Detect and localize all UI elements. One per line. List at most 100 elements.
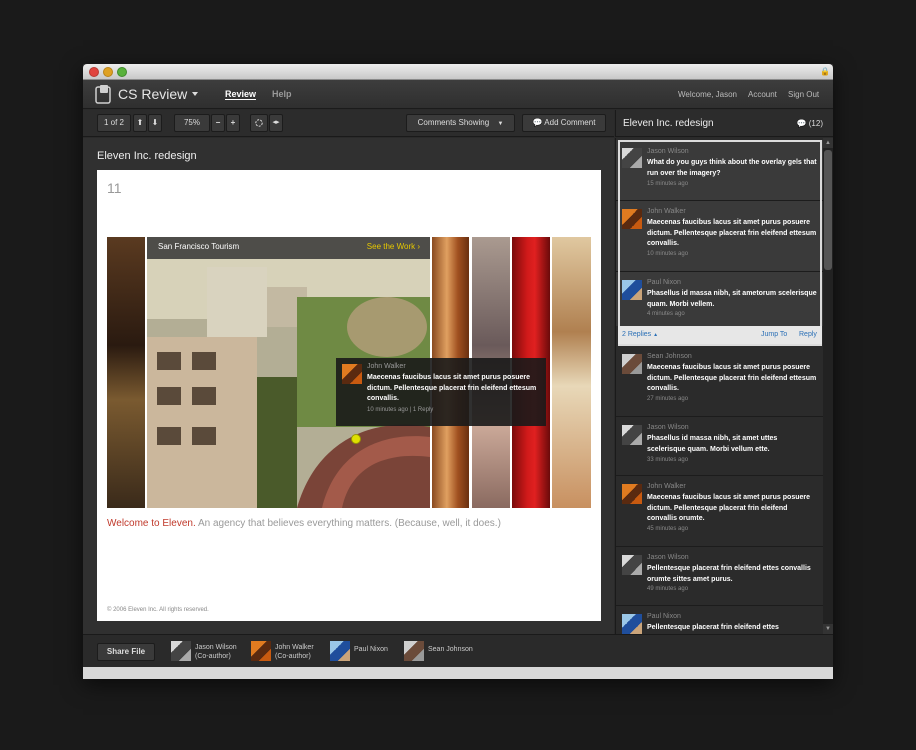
comment-item[interactable]: Paul Nixon Pellentesque placerat frin el… [616,606,824,634]
comments-scrollbar[interactable]: ▲ ▼ [823,138,833,634]
see-the-work-link[interactable]: See the Work › [367,242,420,251]
document-page[interactable]: 11 San Francisco Tourism See the Work › … [97,170,601,621]
hero-caption-bar: San Francisco Tourism See the Work › [147,237,430,259]
toolbar: 1 of 2 ⬆ ⬇ 75% − + ◂▸ Comments Showing ▼… [83,110,614,137]
scroll-up-icon[interactable]: ▲ [823,138,833,148]
hero-label: San Francisco Tourism [158,242,240,251]
comment-author: Jason Wilson [647,554,689,561]
welcome-tagline: An agency that believes everything matte… [195,518,501,529]
comment-text: Maecenas faucibus lacus sit amet purus p… [647,364,817,392]
zoom-window-button[interactable] [117,67,127,77]
page-indicator: 1 of 2 [97,114,131,132]
collaborator[interactable]: John Walker (Co-author) [251,641,326,663]
pan-toggle-button[interactable]: ◂▸ [269,114,283,132]
nav-review[interactable]: Review [225,89,257,100]
comment-item[interactable]: Sean Johnson Maecenas faucibus lacus sit… [616,348,824,416]
prev-page-button[interactable]: ⬆ [133,114,147,132]
avatar [404,641,424,661]
photo-strip-bridge [107,237,145,508]
welcome-highlight: Welcome to Eleven. [107,518,196,529]
plus-icon: + [230,118,236,127]
window-titlebar: 🔒 [83,64,833,80]
comments-panel-header: Eleven Inc. redesign 💬 (12) [615,110,833,137]
scroll-down-icon[interactable]: ▼ [823,624,833,634]
account-link[interactable]: Account [748,90,777,99]
avatar [622,354,642,374]
app-menu-caret-icon[interactable] [192,92,198,96]
collaborator[interactable]: Paul Nixon [330,641,400,663]
minimize-window-button[interactable] [103,67,113,77]
arrow-up-icon: ⬆ [136,118,144,127]
arrow-down-icon: ⬇ [151,118,159,127]
avatar [171,641,191,661]
comment-time: 45 minutes ago [647,526,689,532]
collaborator-role: (Co-author) [195,653,231,660]
comment-author: John Walker [647,483,686,490]
comment-time: 33 minutes ago [647,457,689,463]
chevron-up-icon: ▲ [653,332,659,338]
avatar [342,364,362,384]
avatar [622,484,642,504]
comments-showing-dropdown[interactable]: Comments Showing ▼ [406,114,515,132]
comment-time: 49 minutes ago [647,586,689,592]
collaborator[interactable]: Jason Wilson (Co-author) [171,641,246,663]
zoom-in-button[interactable]: + [226,114,240,132]
document-title: Eleven Inc. redesign [97,150,197,162]
panel-title: Eleven Inc. redesign [623,118,714,129]
avatar [251,641,271,661]
comment-author: John Walker [367,363,406,370]
window-status-bar [83,667,833,679]
close-window-button[interactable] [89,67,99,77]
zoom-level: 75% [174,114,210,132]
reply-link[interactable]: Reply [799,331,817,338]
add-comment-button[interactable]: 💬 Add Comment [522,114,606,132]
chevron-down-icon: ▼ [497,121,504,127]
jump-to-link[interactable]: Jump To [761,331,787,338]
avatar [622,425,642,445]
collaborator-role: (Co-author) [275,653,311,660]
speech-bubble-icon: 💬 [796,119,807,128]
collaborator-name-text: Jason Wilson [195,644,237,651]
scroll-thumb[interactable] [824,150,832,270]
comments-panel: Jason Wilson What do you guys think abou… [615,138,833,634]
collaborator[interactable]: Sean Johnson [404,641,484,663]
avatar [622,555,642,575]
comment-author: Jason Wilson [647,424,689,431]
welcome-text: Welcome, Jason [678,90,737,99]
fit-view-button[interactable] [250,114,268,132]
minus-icon: − [215,118,221,127]
crosshair-icon [255,119,263,127]
replies-toggle[interactable]: 2 Replies ▲ [622,331,658,338]
comment-time: 27 minutes ago [647,396,689,402]
comment-text: Maecenas faucibus lacus sit amet purus p… [647,494,811,522]
comment-pin-marker[interactable] [351,434,361,444]
share-file-button[interactable]: Share File [97,643,155,661]
zoom-out-button[interactable]: − [211,114,225,132]
nav-help[interactable]: Help [272,89,292,99]
comment-count-badge: 💬 (12) [797,119,823,128]
comment-text: Maecenas faucibus lacus sit amet purus p… [367,374,537,402]
thread-actions-bar: 2 Replies ▲ Jump To Reply [618,326,822,344]
collaborator-name-text: John Walker [275,644,314,651]
avatar [622,614,642,634]
comment-text: Pellentesque placerat frin eleifend ette… [647,565,811,583]
comment-item[interactable]: John Walker Maecenas faucibus lacus sit … [616,476,824,546]
welcome-line: Welcome to Eleven. An agency that believ… [107,518,501,529]
add-comment-label: Add Comment [544,118,596,127]
arrows-horizontal-icon: ◂▸ [272,119,280,126]
app-name[interactable]: CS Review [118,86,187,102]
page-number: 11 [107,180,122,196]
comment-popup[interactable]: John Walker Maecenas faucibus lacus sit … [336,358,546,426]
collaborator-name: Sean Johnson [428,646,473,653]
sign-out-link[interactable]: Sign Out [788,90,819,99]
cs-review-logo-icon [95,85,111,104]
comment-meta[interactable]: 10 minutes ago | 1 Reply [367,407,433,413]
comment-text: Phasellus id massa nibh, sit amet uttes … [647,435,778,453]
collaborator-name: Paul Nixon [354,646,388,653]
comment-item[interactable]: Jason Wilson Pellentesque placerat frin … [616,547,824,605]
comment-count: (12) [808,119,823,128]
selected-thread-outline [618,140,822,346]
collaborator-name: John Walker (Co-author) [275,643,314,661]
next-page-button[interactable]: ⬇ [148,114,162,132]
comment-item[interactable]: Jason Wilson Phasellus id massa nibh, si… [616,417,824,475]
